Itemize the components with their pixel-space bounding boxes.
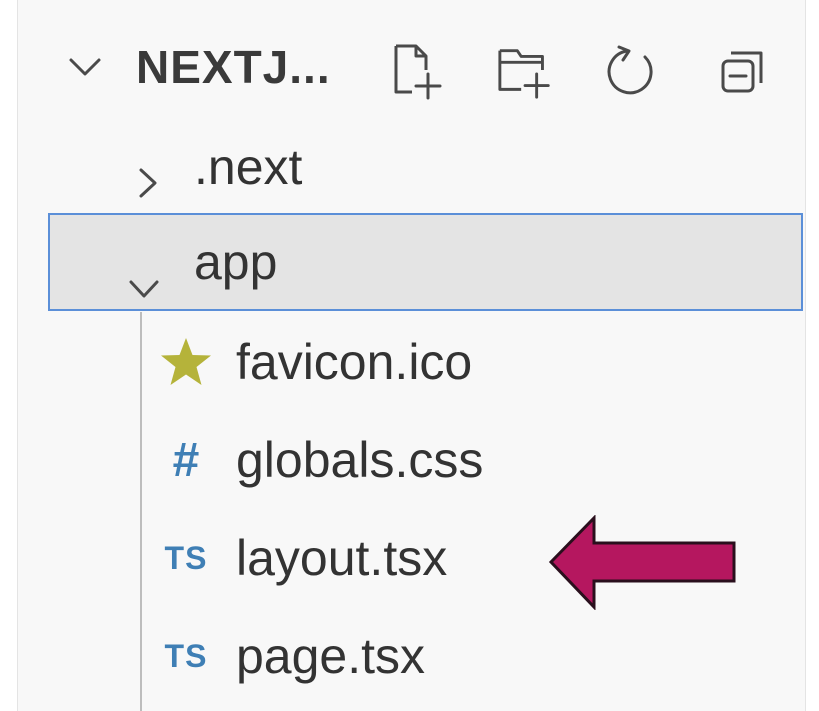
annotation-arrow-icon: [548, 515, 736, 610]
tree-item-app[interactable]: app: [48, 213, 803, 311]
chevron-right-icon[interactable]: [138, 153, 158, 211]
new-file-icon: [394, 44, 442, 100]
tree-item-label: layout.tsx: [236, 530, 448, 586]
tree-item-label: page.tsx: [236, 628, 426, 684]
tree-item-label: globals.css: [236, 432, 484, 488]
tree-item-label: .next: [194, 139, 303, 195]
tree-item-next[interactable]: .next: [18, 118, 805, 216]
typescript-icon: TS: [164, 539, 208, 576]
refresh-button[interactable]: [603, 40, 663, 102]
refresh-icon: [607, 45, 653, 95]
hash-icon: #: [172, 433, 200, 487]
new-folder-icon: [498, 49, 550, 99]
star-icon: [156, 332, 216, 392]
collapse-all-button[interactable]: [713, 40, 773, 102]
chevron-down-icon[interactable]: [128, 253, 160, 311]
tree-item-globals-css[interactable]: # globals.css: [18, 411, 805, 509]
collapse-all-icon: [721, 51, 763, 93]
chevron-down-icon[interactable]: [68, 56, 102, 83]
explorer-section-title: NEXTJ...: [136, 41, 331, 93]
typescript-icon: TS: [164, 637, 208, 674]
tree-item-page-tsx[interactable]: TS page.tsx: [18, 607, 805, 705]
new-folder-button[interactable]: [496, 40, 556, 102]
explorer-section-header[interactable]: NEXTJ...: [18, 20, 805, 120]
tree-item-label: app: [194, 234, 278, 290]
tree-item-label: favicon.ico: [236, 334, 473, 390]
new-file-button[interactable]: [388, 40, 448, 102]
tree-item-favicon[interactable]: favicon.ico: [18, 313, 805, 411]
